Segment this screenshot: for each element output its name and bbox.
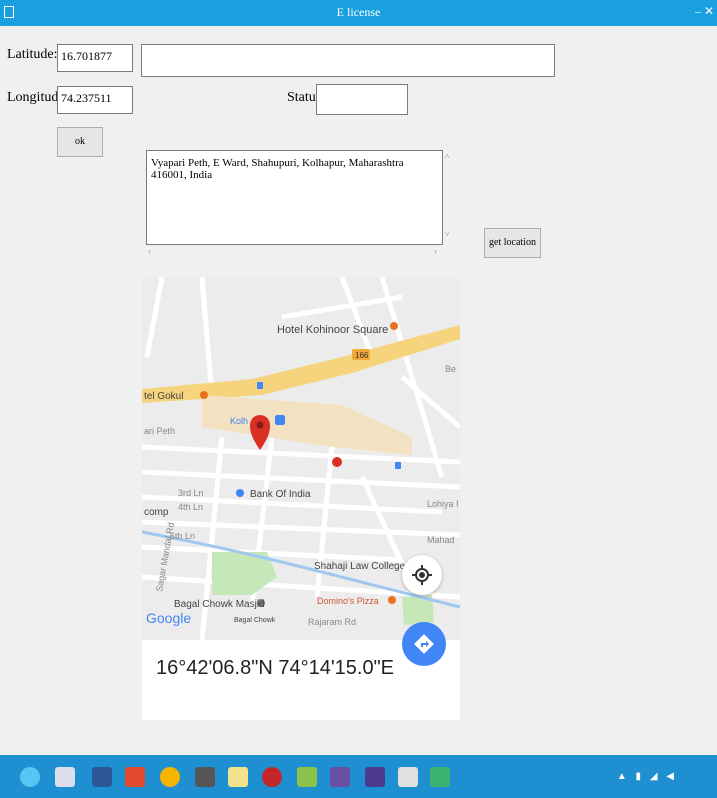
ok-button[interactable]: ok: [57, 127, 103, 157]
title-bar: E license – ✕: [0, 0, 717, 26]
scroll-down-icon[interactable]: ˅: [445, 230, 450, 239]
graduation-icon[interactable]: [195, 767, 215, 787]
hospital-poi-icon[interactable]: [332, 457, 342, 467]
map-label-dominos: Domino's Pizza: [317, 596, 379, 606]
longitude-input[interactable]: 74.237511: [57, 86, 133, 114]
address-horizontal-scrollbar[interactable]: ‹ ›: [146, 245, 443, 259]
hotel-poi-icon[interactable]: [390, 322, 398, 330]
map-label-hotel-kohinoor: Hotel Kohinoor Square: [277, 324, 388, 336]
chrome-icon[interactable]: [160, 767, 180, 787]
minimize-button[interactable]: –: [695, 4, 701, 19]
media-icon[interactable]: [262, 767, 282, 787]
scroll-up-icon[interactable]: ˄: [445, 152, 450, 161]
file-icon[interactable]: [55, 767, 75, 787]
bus-stop-icon-2[interactable]: [395, 462, 401, 469]
map-label-bank: Bank Of India: [250, 489, 311, 500]
status-input[interactable]: [316, 84, 408, 115]
pdf-icon[interactable]: [125, 767, 145, 787]
map-label-lohiya: Lohiya I: [427, 499, 459, 509]
user-icon[interactable]: [398, 767, 418, 787]
hotel-gokul-poi-icon[interactable]: [200, 391, 208, 399]
map-label-bagal: Bagal Chowk Masjid: [174, 599, 265, 610]
map-label-peth: ari Peth: [144, 426, 175, 436]
map-label-rajaram: Rajaram Rd: [308, 617, 356, 627]
map-label-shahaji: Shahaji Law College: [314, 561, 406, 572]
android-icon[interactable]: [297, 767, 317, 787]
address-textarea[interactable]: Vyapari Peth, E Ward, Shahupuri, Kolhapu…: [146, 150, 443, 245]
system-tray[interactable]: ▲ ▮ ◢ ◀: [617, 771, 677, 782]
my-location-icon[interactable]: [402, 555, 442, 595]
scroll-right-icon[interactable]: ›: [434, 246, 437, 256]
map-label-mahad: Mahad: [427, 535, 455, 545]
window-title: E license: [336, 5, 381, 19]
taskbar: ▲ ▮ ◢ ◀: [0, 755, 717, 798]
vs2-icon[interactable]: [365, 767, 385, 787]
dominos-poi-icon[interactable]: [388, 596, 396, 604]
directions-icon[interactable]: [402, 622, 446, 666]
map-label-kolhapur: Kolh: [230, 416, 248, 426]
latitude-input[interactable]: 16.701877: [57, 44, 133, 72]
get-location-button[interactable]: get location: [484, 228, 541, 258]
ie-icon[interactable]: [20, 767, 40, 787]
map-label-hotel-gokul: tel Gokul: [144, 391, 183, 402]
bank-poi-icon[interactable]: [236, 489, 244, 497]
bus-stop-icon[interactable]: [257, 382, 263, 389]
map-label-4th-ln: 4th Ln: [178, 502, 203, 512]
google-logo: Google: [146, 610, 191, 626]
transit-poi-icon[interactable]: [275, 415, 285, 425]
coordinates-text: 16°42'06.8"N 74°14'15.0"E: [156, 657, 395, 679]
latitude-label: Latitude:: [7, 47, 58, 62]
map-label-3rd-ln: 3rd Ln: [178, 488, 204, 498]
map-view[interactable]: 166 Hotel Kohinoor Square tel Gokul Kolh…: [142, 277, 460, 640]
notes-icon[interactable]: [228, 767, 248, 787]
map-label-be: Be: [445, 364, 456, 374]
map-label-comp: comp: [144, 507, 169, 518]
address-vertical-scrollbar[interactable]: ˄ ˅: [443, 150, 455, 245]
vs-icon[interactable]: [330, 767, 350, 787]
scroll-left-icon[interactable]: ‹: [148, 246, 151, 256]
highway-label: 166: [355, 351, 369, 360]
close-button[interactable]: ✕: [704, 4, 714, 19]
upload-icon[interactable]: [430, 767, 450, 787]
address-top-input[interactable]: [141, 44, 555, 77]
word-icon[interactable]: [92, 767, 112, 787]
map-label-bagal-chowk: Bagal Chowk: [234, 617, 276, 624]
